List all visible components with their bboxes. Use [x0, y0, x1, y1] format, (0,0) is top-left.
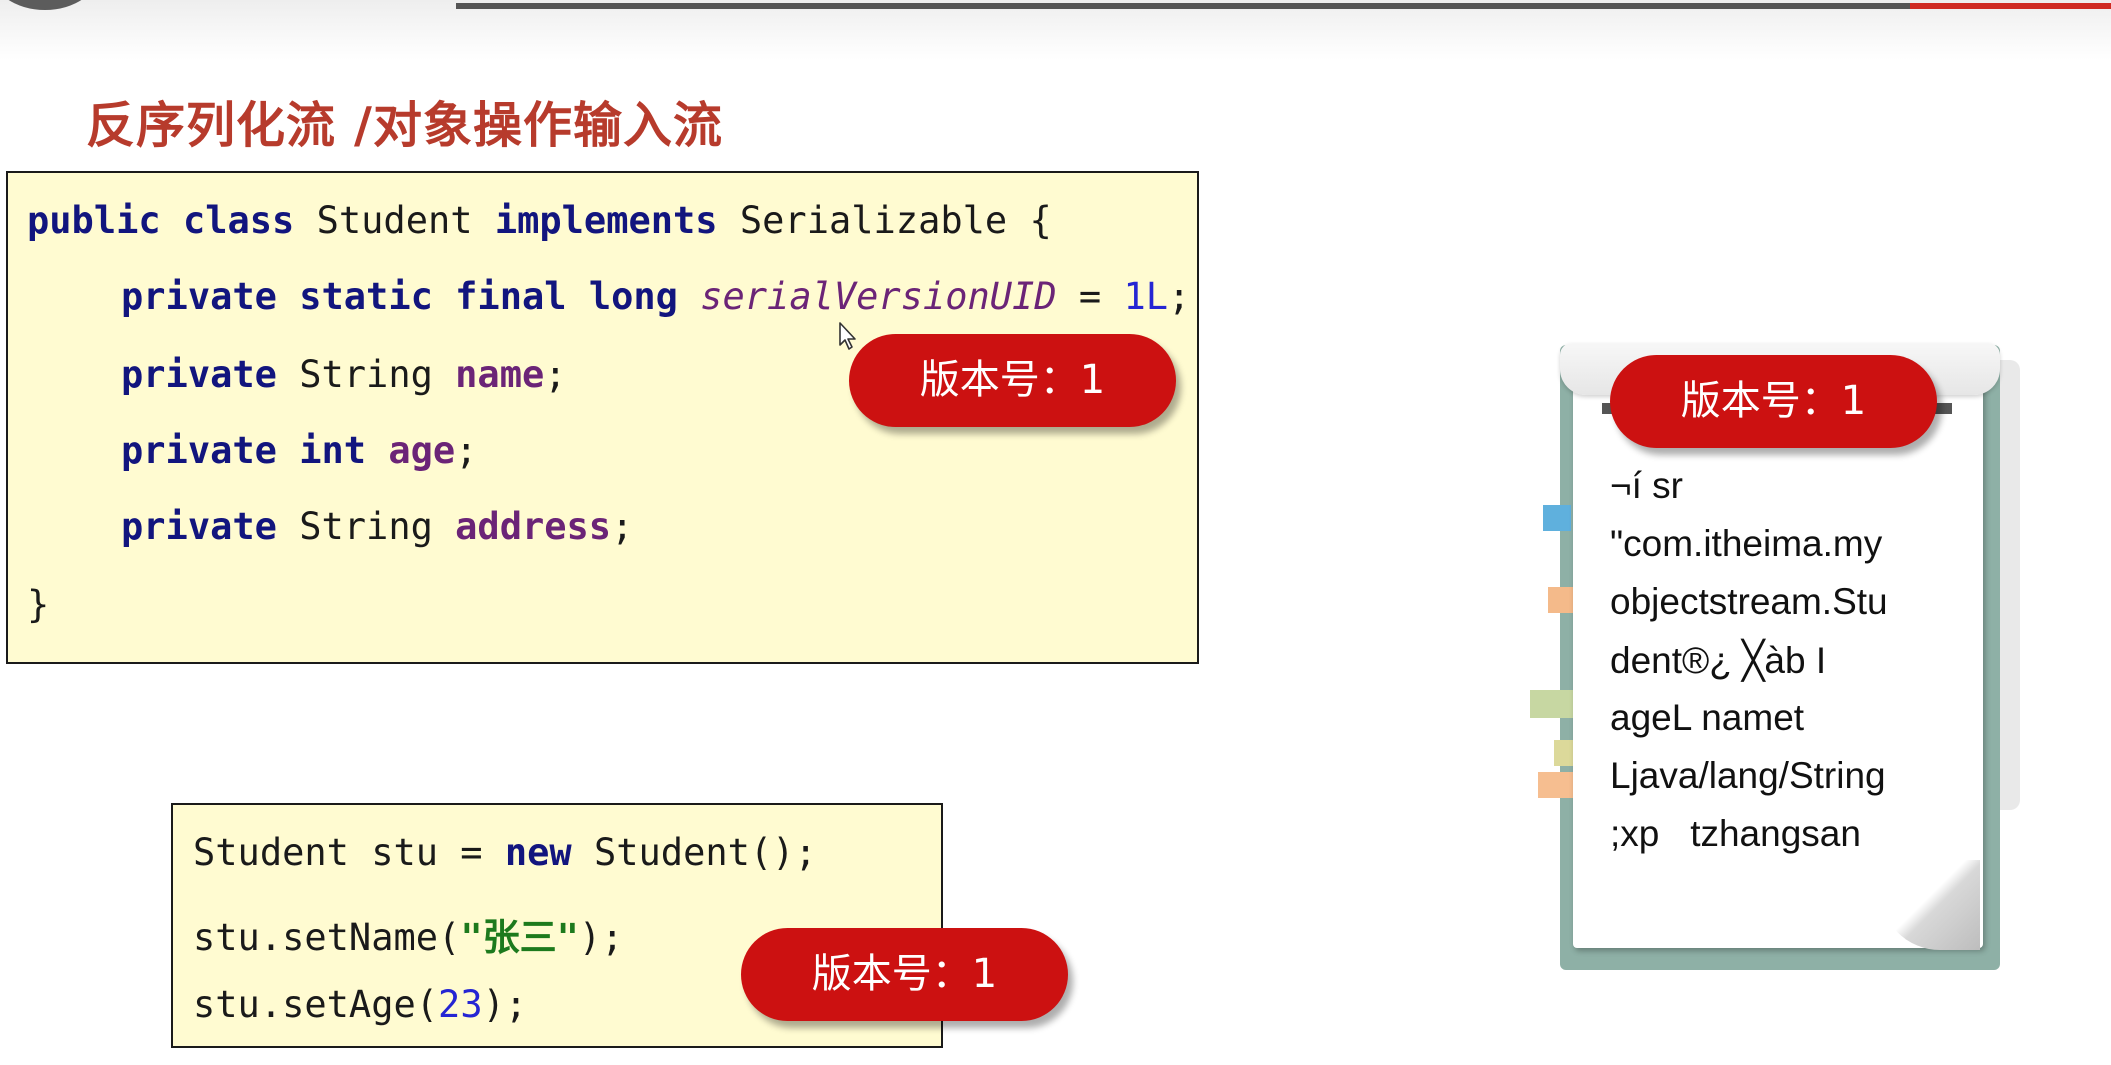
code-text: );: [578, 916, 624, 959]
code-punct: ;: [611, 505, 634, 548]
file-content-line: objectstream.Stu: [1610, 581, 1888, 622]
file-content-line: Ljava/lang/String: [1610, 755, 1886, 796]
code-keyword: class: [182, 199, 295, 242]
object-version-badge: 版本号：1: [741, 928, 1068, 1021]
code-identifier: Student: [316, 199, 473, 242]
code-keyword: final: [455, 275, 567, 318]
code-keyword: static: [299, 275, 433, 318]
code-line: }: [27, 583, 50, 626]
code-keyword: long: [588, 275, 678, 318]
code-number: 23: [438, 983, 483, 1026]
code-text: );: [482, 983, 528, 1026]
code-field: address: [455, 505, 612, 548]
code-keyword: private: [121, 275, 277, 318]
code-operator: =: [1056, 275, 1124, 318]
notepad-tab: [1543, 505, 1571, 531]
code-keyword: private: [121, 429, 277, 472]
code-text: Student();: [571, 831, 817, 874]
code-field: name: [455, 353, 545, 396]
code-line: stu.setName("张三");: [193, 907, 623, 961]
code-line: private int age;: [121, 429, 477, 472]
code-number: 1L: [1123, 275, 1169, 318]
code-keyword: implements: [494, 199, 718, 242]
code-punct: ;: [544, 353, 567, 396]
code-text: Student stu =: [193, 831, 505, 874]
code-punct: ;: [1168, 275, 1191, 318]
code-line: Student stu = new Student();: [193, 831, 817, 874]
code-text: stu.setAge(: [193, 983, 439, 1026]
code-constant: serialVersionUID: [700, 275, 1057, 318]
file-content-line: "com.itheima.my: [1610, 523, 1883, 564]
notepad-tab: [1548, 587, 1576, 613]
file-version-badge: 版本号：1: [1610, 355, 1937, 448]
code-line: public class Student implements Serializ…: [27, 199, 1052, 242]
file-content-line: ageL namet: [1610, 697, 1805, 738]
code-keyword: private: [121, 505, 277, 548]
code-line: private String address;: [121, 505, 633, 548]
file-content-line: dent®¿ ╳àb I: [1610, 640, 1827, 681]
code-punct: ;: [455, 429, 478, 472]
code-field: age: [388, 429, 456, 472]
code-line: private static final long serialVersionU…: [121, 275, 1190, 318]
logo-circle: [0, 0, 100, 10]
code-type: String: [299, 353, 433, 396]
mouse-cursor-icon: [839, 322, 856, 350]
code-identifier: Serializable {: [739, 199, 1052, 242]
code-keyword: public: [27, 199, 161, 242]
code-type: String: [299, 505, 433, 548]
slide-title: 反序列化流 /对象操作输入流: [86, 97, 723, 154]
code-text: stu.setName(: [193, 916, 461, 959]
code-line: private String name;: [121, 353, 567, 396]
code-string: "张三": [460, 916, 579, 959]
top-bar: [0, 0, 2111, 60]
notepad-tab: [1538, 772, 1574, 798]
code-line: stu.setAge(23);: [193, 983, 527, 1026]
code-type: int: [299, 429, 367, 472]
file-content-line: ¬í sr: [1610, 465, 1683, 506]
class-version-badge: 版本号：1: [849, 334, 1176, 427]
file-content-line: ;xp tzhangsan: [1610, 813, 1861, 854]
progress-accent: [1910, 3, 2111, 9]
code-keyword: new: [504, 831, 572, 874]
code-keyword: private: [121, 353, 277, 396]
progress-track: [456, 3, 1911, 9]
notepad-tab: [1530, 690, 1574, 718]
